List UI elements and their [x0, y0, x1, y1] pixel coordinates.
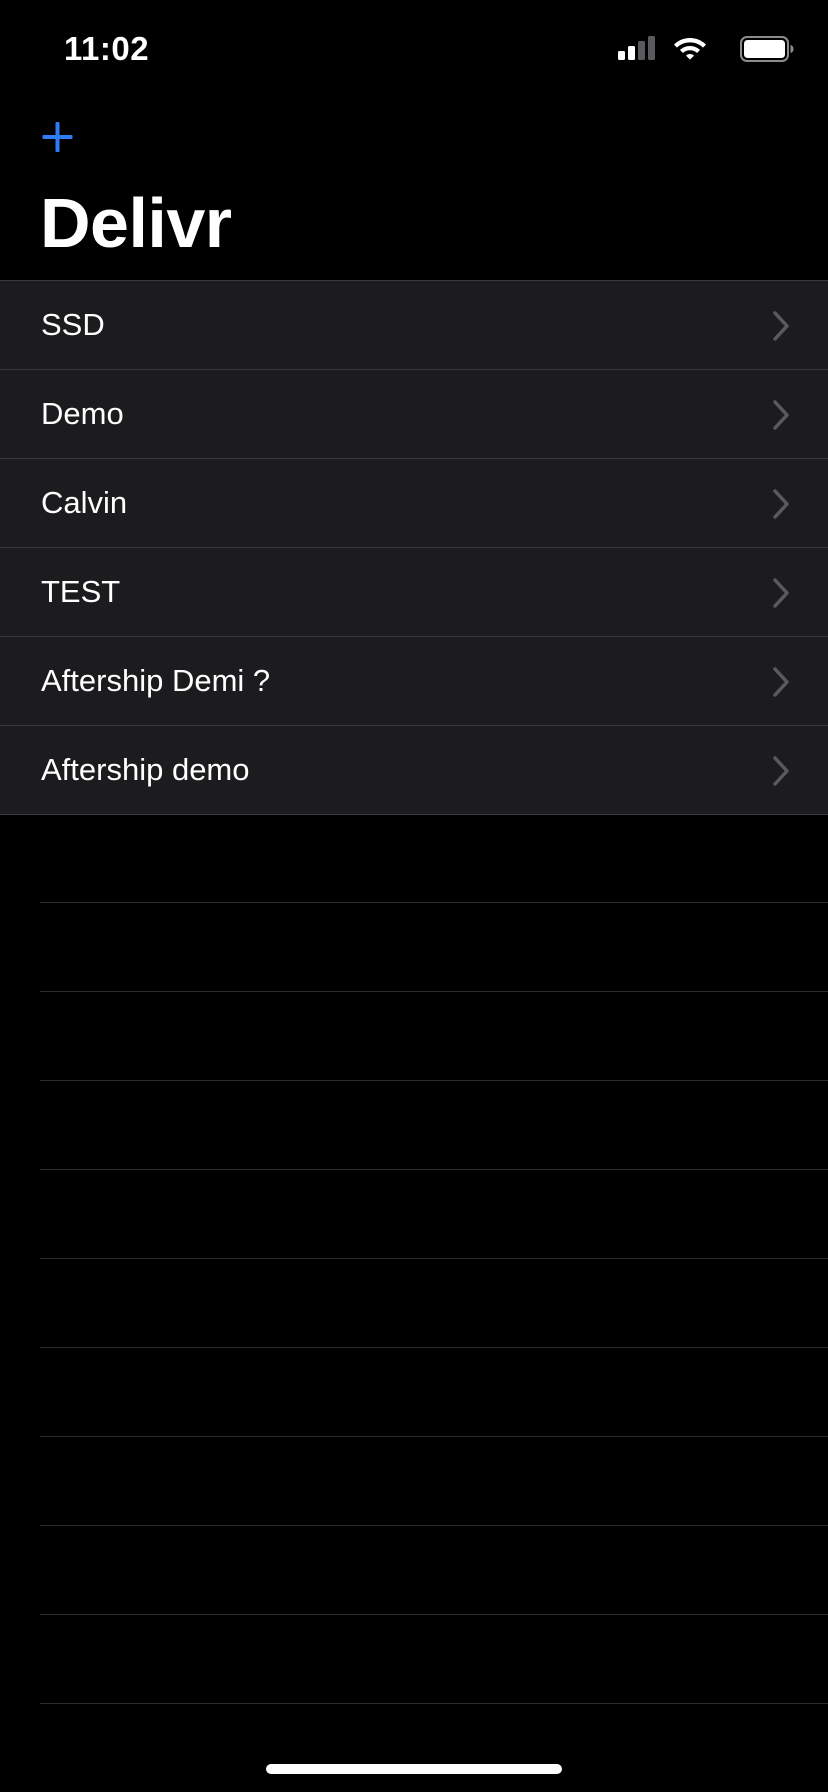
list-item[interactable]: Aftership Demi ?	[0, 637, 828, 726]
chevron-right-icon	[773, 400, 789, 430]
status-bar: 11:02	[0, 0, 828, 100]
battery-icon	[740, 36, 794, 62]
chevron-right-icon	[773, 756, 789, 786]
plus-icon	[42, 122, 73, 152]
empty-separator	[40, 1614, 828, 1615]
list-item-label: Aftership Demi ?	[41, 663, 271, 698]
home-indicator[interactable]	[266, 1764, 562, 1774]
list-item-label: Calvin	[41, 485, 128, 520]
cellular-signal-icon	[618, 36, 655, 60]
list-item-label: TEST	[41, 574, 121, 609]
wifi-icon	[674, 38, 706, 60]
status-time: 11:02	[64, 30, 150, 67]
navigation-bar: Delivr	[0, 100, 828, 280]
list-item[interactable]: Calvin	[0, 459, 828, 548]
empty-separator	[40, 1436, 828, 1437]
chevron-right-icon	[773, 311, 789, 341]
list-item-label: SSD	[41, 307, 105, 342]
list-item[interactable]: Aftership demo	[0, 726, 828, 815]
chevron-right-icon	[773, 489, 789, 519]
empty-separator	[40, 1169, 828, 1170]
add-button[interactable]	[38, 117, 78, 157]
list-item[interactable]: TEST	[0, 548, 828, 637]
list-item[interactable]: SSD	[0, 281, 828, 370]
empty-separator	[40, 1703, 828, 1704]
chevron-right-icon	[773, 667, 789, 697]
list-item-label: Demo	[41, 396, 124, 431]
chevron-right-icon	[773, 578, 789, 608]
list-item-label: Aftership demo	[41, 752, 250, 787]
empty-separator	[40, 1080, 828, 1081]
delivery-list: SSD Demo Calvin TEST Aftership Demi ? Af…	[0, 280, 828, 815]
empty-separator	[40, 902, 828, 903]
empty-separator	[40, 1258, 828, 1259]
empty-separator	[40, 991, 828, 992]
list-item[interactable]: Demo	[0, 370, 828, 459]
page-title: Delivr	[40, 184, 232, 262]
empty-separator	[40, 1347, 828, 1348]
empty-separator	[40, 1525, 828, 1526]
